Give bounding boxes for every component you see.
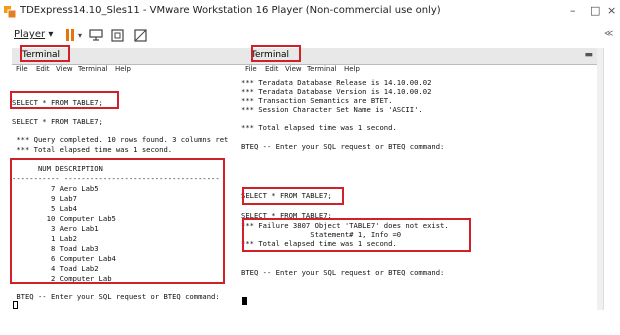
fit-guest-icon[interactable] (111, 29, 124, 42)
terminal-line: *** Teradata Database Version is 14.10.0… (241, 87, 432, 96)
frame-divider (603, 48, 604, 310)
right-menu-view[interactable]: View (285, 65, 302, 73)
terminal-prompt: BTEQ -- Enter your SQL request or BTEQ c… (241, 268, 445, 277)
terminal-line: SELECT * FROM TABLE7; (241, 211, 332, 220)
terminal-cursor (242, 297, 247, 305)
minimize-button[interactable]: – (570, 4, 576, 17)
table-row: 5 Lab4 (12, 204, 77, 213)
terminal-line: *** Session Character Set Name is 'ASCII… (241, 105, 423, 114)
collapse-toolbar-icon[interactable]: ≪ (604, 29, 613, 39)
player-menu-label: Player (14, 29, 46, 40)
right-menu-edit[interactable]: Edit (265, 65, 279, 73)
player-menu-button[interactable]: Player ▾ (14, 29, 53, 40)
error-message: *** Failure 3807 Object 'TABLE7' does no… (241, 221, 449, 230)
left-menu-file[interactable]: File (16, 65, 28, 73)
player-toolbar: Player ▾ ▾ ≪ (0, 24, 620, 48)
left-menu-edit[interactable]: Edit (36, 65, 50, 73)
window-titlebar: TDExpress14.10_Sles11 - VMware Workstati… (0, 0, 620, 24)
terminal-prompt: BTEQ -- Enter your SQL request or BTEQ c… (12, 292, 220, 301)
table-row: 2 Computer Lab (12, 274, 112, 283)
left-menu-help[interactable]: Help (115, 65, 131, 73)
right-terminal-tab[interactable]: Terminal (251, 50, 289, 60)
terminal-prompt: BTEQ -- Enter your SQL request or BTEQ c… (241, 142, 445, 151)
table-row: 7 Aero Lab5 (12, 184, 99, 193)
table-row: 8 Toad Lab3 (12, 244, 99, 253)
table-row: 4 Toad Lab2 (12, 264, 99, 273)
right-menubar: File Edit View Terminal Help (241, 65, 597, 77)
left-tab-strip: Terminal (12, 48, 241, 65)
left-menu-view[interactable]: View (56, 65, 73, 73)
terminal-line: *** Total elapsed time was 1 second. (241, 239, 397, 248)
left-terminal-tab[interactable]: Terminal (22, 50, 60, 60)
table-separator: ----------- ----------------------------… (12, 174, 220, 183)
maximize-button[interactable]: □ (590, 4, 600, 17)
terminal-line: *** Transaction Semantics are BTET. (241, 96, 393, 105)
terminal-cursor (13, 301, 18, 309)
table-row: 9 Lab7 (12, 194, 77, 203)
terminal-line: *** Query completed. 10 rows found. 3 co… (12, 135, 229, 144)
terminal-line: *** Total elapsed time was 1 second. (241, 123, 397, 132)
send-ctrl-alt-del-icon[interactable] (89, 29, 103, 42)
terminal-line: SELECT * FROM TABLE7; (12, 98, 103, 107)
vmware-player-icon (4, 6, 16, 18)
terminal-line: *** Teradata Database Release is 14.10.0… (241, 78, 432, 87)
close-icon[interactable]: ▬ (584, 50, 593, 60)
table-row: 6 Computer Lab4 (12, 254, 116, 263)
right-menu-help[interactable]: Help (344, 65, 360, 73)
terminal-line: Statement# 1, Info =0 (241, 230, 402, 239)
left-menubar: File Edit View Terminal Help (12, 65, 241, 77)
table-header: NUM DESCRIPTION (12, 164, 103, 173)
table-row: 1 Lab2 (12, 234, 77, 243)
unity-mode-icon[interactable] (134, 29, 147, 42)
chevron-down-icon: ▾ (48, 29, 54, 40)
pause-icon[interactable] (65, 29, 75, 41)
terminal-line: SELECT * FROM TABLE7; (241, 191, 332, 200)
right-tab-strip: Terminal ▬ (241, 48, 597, 65)
terminal-line: *** Total elapsed time was 1 second. (12, 145, 173, 154)
right-menu-file[interactable]: File (245, 65, 257, 73)
window-title: TDExpress14.10_Sles11 - VMware Workstati… (20, 5, 441, 16)
close-button[interactable]: × (607, 4, 616, 17)
right-terminal-window: Terminal ▬ File Edit View Terminal Help … (241, 48, 597, 310)
left-terminal-window: Terminal File Edit View Terminal Help SE… (12, 48, 242, 310)
pause-dropdown-icon[interactable]: ▾ (78, 31, 82, 40)
table-row: 10 Computer Lab5 (12, 214, 116, 223)
right-menu-terminal[interactable]: Terminal (307, 65, 337, 73)
terminal-line: SELECT * FROM TABLE7; (12, 117, 103, 126)
table-row: 3 Aero Lab1 (12, 224, 99, 233)
left-menu-terminal[interactable]: Terminal (78, 65, 108, 73)
